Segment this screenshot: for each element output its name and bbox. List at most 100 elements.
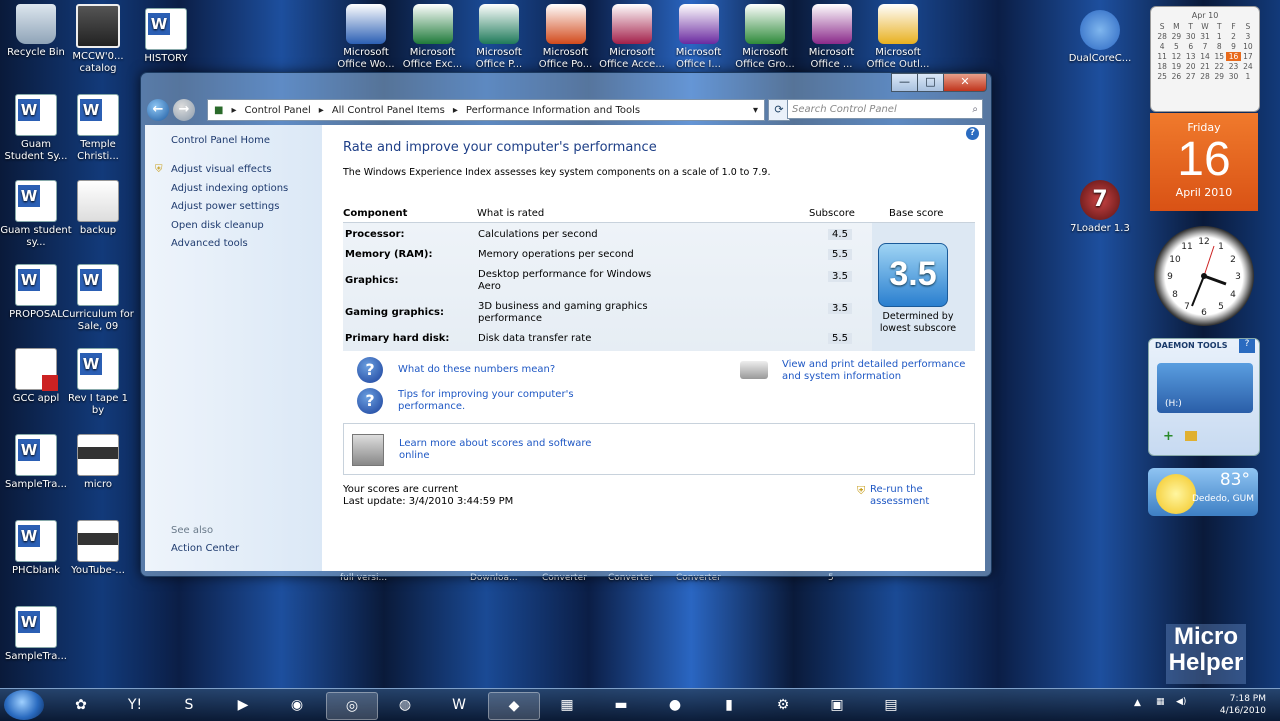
adjust-indexing-link[interactable]: Adjust indexing options (171, 183, 288, 194)
desktop-icon[interactable]: Microsoft Office Gro... (729, 4, 801, 71)
rerun-assessment-link[interactable]: Re-run the assessment (870, 484, 985, 508)
print-details-link[interactable]: View and print detailed performance and … (782, 359, 982, 383)
clock-gadget[interactable]: 12 3 6 9 12 45 7 8 10 11 (1154, 226, 1254, 326)
calendar-day[interactable]: 1 (1212, 32, 1226, 41)
desktop-icon[interactable]: Microsoft Office Outl... (862, 4, 934, 71)
taskbar-app-button[interactable]: W (434, 692, 484, 718)
adjust-visual-effects-link[interactable]: Adjust visual effects (171, 164, 272, 175)
taskbar-app-button[interactable]: ✿ (56, 692, 106, 718)
calendar-day[interactable]: 30 (1184, 32, 1198, 41)
clock-date[interactable]: 4/16/2010 (1220, 706, 1266, 716)
action-center-link[interactable]: Action Center (171, 543, 239, 554)
calendar-day[interactable]: 25 (1155, 72, 1169, 81)
calendar-day[interactable]: 14 (1198, 52, 1212, 61)
calendar-day[interactable]: 27 (1184, 72, 1198, 81)
calendar-day[interactable]: 3 (1241, 32, 1255, 41)
calendar-day[interactable]: 12 (1169, 52, 1183, 61)
taskbar-app-button[interactable]: ▣ (812, 692, 862, 718)
taskbar-app-button[interactable]: ◍ (380, 692, 430, 718)
back-button[interactable]: ← (147, 99, 169, 121)
desktop-icon[interactable]: Microsoft Office Wo... (330, 4, 402, 71)
virtual-drive-panel[interactable]: (H:) (1157, 363, 1253, 413)
desktop-icon[interactable]: SampleTra... (0, 606, 72, 663)
volume-icon[interactable]: ◀) (1176, 697, 1186, 707)
taskbar-app-button[interactable]: ▶ (218, 692, 268, 718)
desktop-icon[interactable]: Microsoft Office ... (796, 4, 868, 71)
calendar-day[interactable]: 2 (1226, 32, 1240, 41)
taskbar-app-button[interactable]: ▤ (866, 692, 916, 718)
taskbar-app-button[interactable]: ● (650, 692, 700, 718)
start-button[interactable] (4, 690, 44, 720)
taskbar-app-button[interactable]: ◎ (326, 692, 378, 720)
breadcrumb-item[interactable]: Control Panel (244, 105, 310, 116)
adjust-power-link[interactable]: Adjust power settings (171, 201, 279, 212)
desktop-icon[interactable]: backup (62, 180, 134, 237)
network-icon[interactable]: ▦ (1156, 697, 1165, 707)
calendar-day[interactable]: 19 (1169, 62, 1183, 71)
calendar-day[interactable]: 13 (1184, 52, 1198, 61)
desktop-icon[interactable]: Rev I tape 1 by (62, 348, 134, 417)
control-panel-home-link[interactable]: Control Panel Home (171, 135, 270, 146)
address-bar[interactable]: ■ ▸ Control Panel ▸ All Control Panel It… (207, 99, 765, 121)
taskbar-app-button[interactable]: ◆ (488, 692, 540, 720)
calendar-day[interactable]: 11 (1155, 52, 1169, 61)
calendar-day[interactable]: 17 (1241, 52, 1255, 61)
help-icon[interactable]: ? (1239, 339, 1255, 353)
learn-more-link[interactable]: Learn more about scores and software onl… (399, 438, 599, 462)
search-input[interactable]: Search Control Panel ⌕ (787, 99, 983, 119)
numbers-meaning-link[interactable]: What do these numbers mean? (398, 364, 555, 376)
desktop-icon[interactable]: Microsoft Office P... (463, 4, 535, 71)
desktop-icon[interactable]: DualCoreC... (1064, 10, 1136, 65)
taskbar-app-button[interactable]: ▦ (542, 692, 592, 718)
desktop-icon[interactable]: HISTORY (130, 8, 202, 65)
calendar-day[interactable]: 20 (1184, 62, 1198, 71)
improve-tips-link[interactable]: Tips for improving your computer's perfo… (398, 389, 588, 413)
folder-icon[interactable] (1185, 431, 1197, 441)
calendar-day[interactable]: 29 (1212, 72, 1226, 81)
calendar-day[interactable]: 15 (1212, 52, 1226, 61)
calendar-day[interactable]: 21 (1198, 62, 1212, 71)
desktop-icon[interactable]: Microsoft Office I... (663, 4, 735, 71)
calendar-day[interactable]: 18 (1155, 62, 1169, 71)
desktop-icon[interactable]: MCCW'0... catalog (62, 4, 134, 75)
calendar-day[interactable]: 28 (1155, 32, 1169, 41)
advanced-tools-link[interactable]: Advanced tools (171, 238, 248, 249)
calendar-day[interactable]: 10 (1241, 42, 1255, 51)
calendar-gadget[interactable]: Apr 10 S M T W T F S 28 29 30 31 1 2 3 4 5 6 7 8 9 10 11 12 13 1… (1150, 6, 1260, 112)
taskbar-app-button[interactable]: Y! (110, 692, 160, 718)
maximize-button[interactable]: □ (917, 73, 944, 92)
desktop-icon[interactable]: Curriculum for Sale, 09 (62, 264, 134, 333)
disk-cleanup-link[interactable]: Open disk cleanup (171, 220, 264, 231)
calendar-day[interactable]: 28 (1198, 72, 1212, 81)
clock-time[interactable]: 7:18 PM (1230, 694, 1266, 704)
calendar-day[interactable]: 23 (1226, 62, 1240, 71)
taskbar-app-button[interactable]: ⚙ (758, 692, 808, 718)
daemon-tools-gadget[interactable]: DAEMON TOOLS ? (H:) + (1148, 338, 1260, 456)
close-button[interactable]: ✕ (943, 73, 987, 92)
add-drive-icon[interactable]: + (1163, 429, 1174, 444)
forward-button[interactable]: → (173, 99, 195, 121)
calendar-day[interactable]: 24 (1241, 62, 1255, 71)
chevron-down-icon[interactable]: ▾ (753, 105, 758, 116)
weather-gadget[interactable]: 83° Dededo, GUM (1148, 468, 1258, 516)
calendar-day[interactable]: 8 (1212, 42, 1226, 51)
calendar-day[interactable]: 9 (1226, 42, 1240, 51)
taskbar-app-button[interactable]: S (164, 692, 214, 718)
tray-arrow-icon[interactable]: ▲ (1134, 698, 1141, 708)
desktop-icon[interactable]: YouTube-... (62, 520, 134, 577)
desktop-icon[interactable]: Temple Christi... (62, 94, 134, 163)
desktop-icon[interactable]: Microsoft Office Acce... (596, 4, 668, 71)
desktop-icon[interactable]: micro (62, 434, 134, 491)
calendar-day[interactable]: 5 (1169, 42, 1183, 51)
breadcrumb-item[interactable]: Performance Information and Tools (466, 105, 640, 116)
help-icon[interactable]: ? (966, 127, 979, 140)
calendar-day[interactable]: 26 (1169, 72, 1183, 81)
calendar-day[interactable]: 7 (1198, 42, 1212, 51)
minimize-button[interactable]: — (891, 73, 918, 92)
calendar-day[interactable]: 16 (1226, 52, 1241, 61)
breadcrumb-item[interactable]: All Control Panel Items (332, 105, 445, 116)
calendar-day[interactable]: 31 (1198, 32, 1212, 41)
calendar-day[interactable]: 29 (1169, 32, 1183, 41)
calendar-day[interactable]: 1 (1241, 72, 1255, 81)
calendar-day[interactable]: 6 (1184, 42, 1198, 51)
